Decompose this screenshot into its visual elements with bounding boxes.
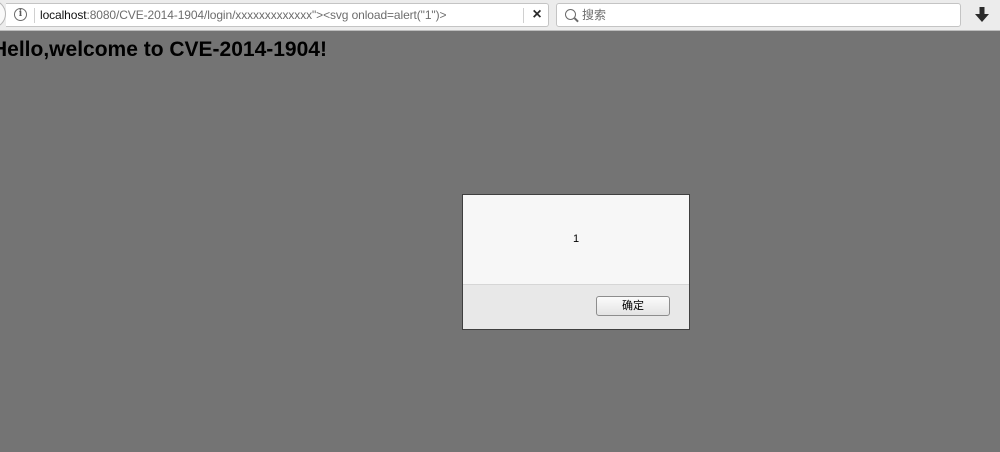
page-title: Hello,welcome to CVE-2014-1904! [0,38,327,61]
alert-body: 1 [463,195,689,284]
alert-footer: 确定 [463,284,689,329]
url-host: localhost [40,8,87,22]
search-icon [565,9,576,20]
url-separator [34,8,35,23]
info-icon[interactable]: i [14,8,27,21]
close-icon[interactable]: × [527,5,547,25]
browser-toolbar: i localhost:8080/CVE-2014-1904/login/xxx… [0,0,1000,31]
url-divider [523,8,524,23]
url-bar[interactable]: i localhost:8080/CVE-2014-1904/login/xxx… [6,3,549,27]
ok-button[interactable]: 确定 [596,296,670,316]
search-bar[interactable]: 搜索 [556,3,961,27]
url-path: :8080/CVE-2014-1904/login/xxxxxxxxxxxxx"… [86,8,447,22]
alert-dialog: 1 确定 [462,194,690,330]
search-placeholder[interactable]: 搜索 [582,4,606,26]
alert-message: 1 [572,233,580,245]
url-text[interactable]: localhost:8080/CVE-2014-1904/login/xxxxx… [40,4,446,26]
download-arrow-icon[interactable] [972,5,992,25]
